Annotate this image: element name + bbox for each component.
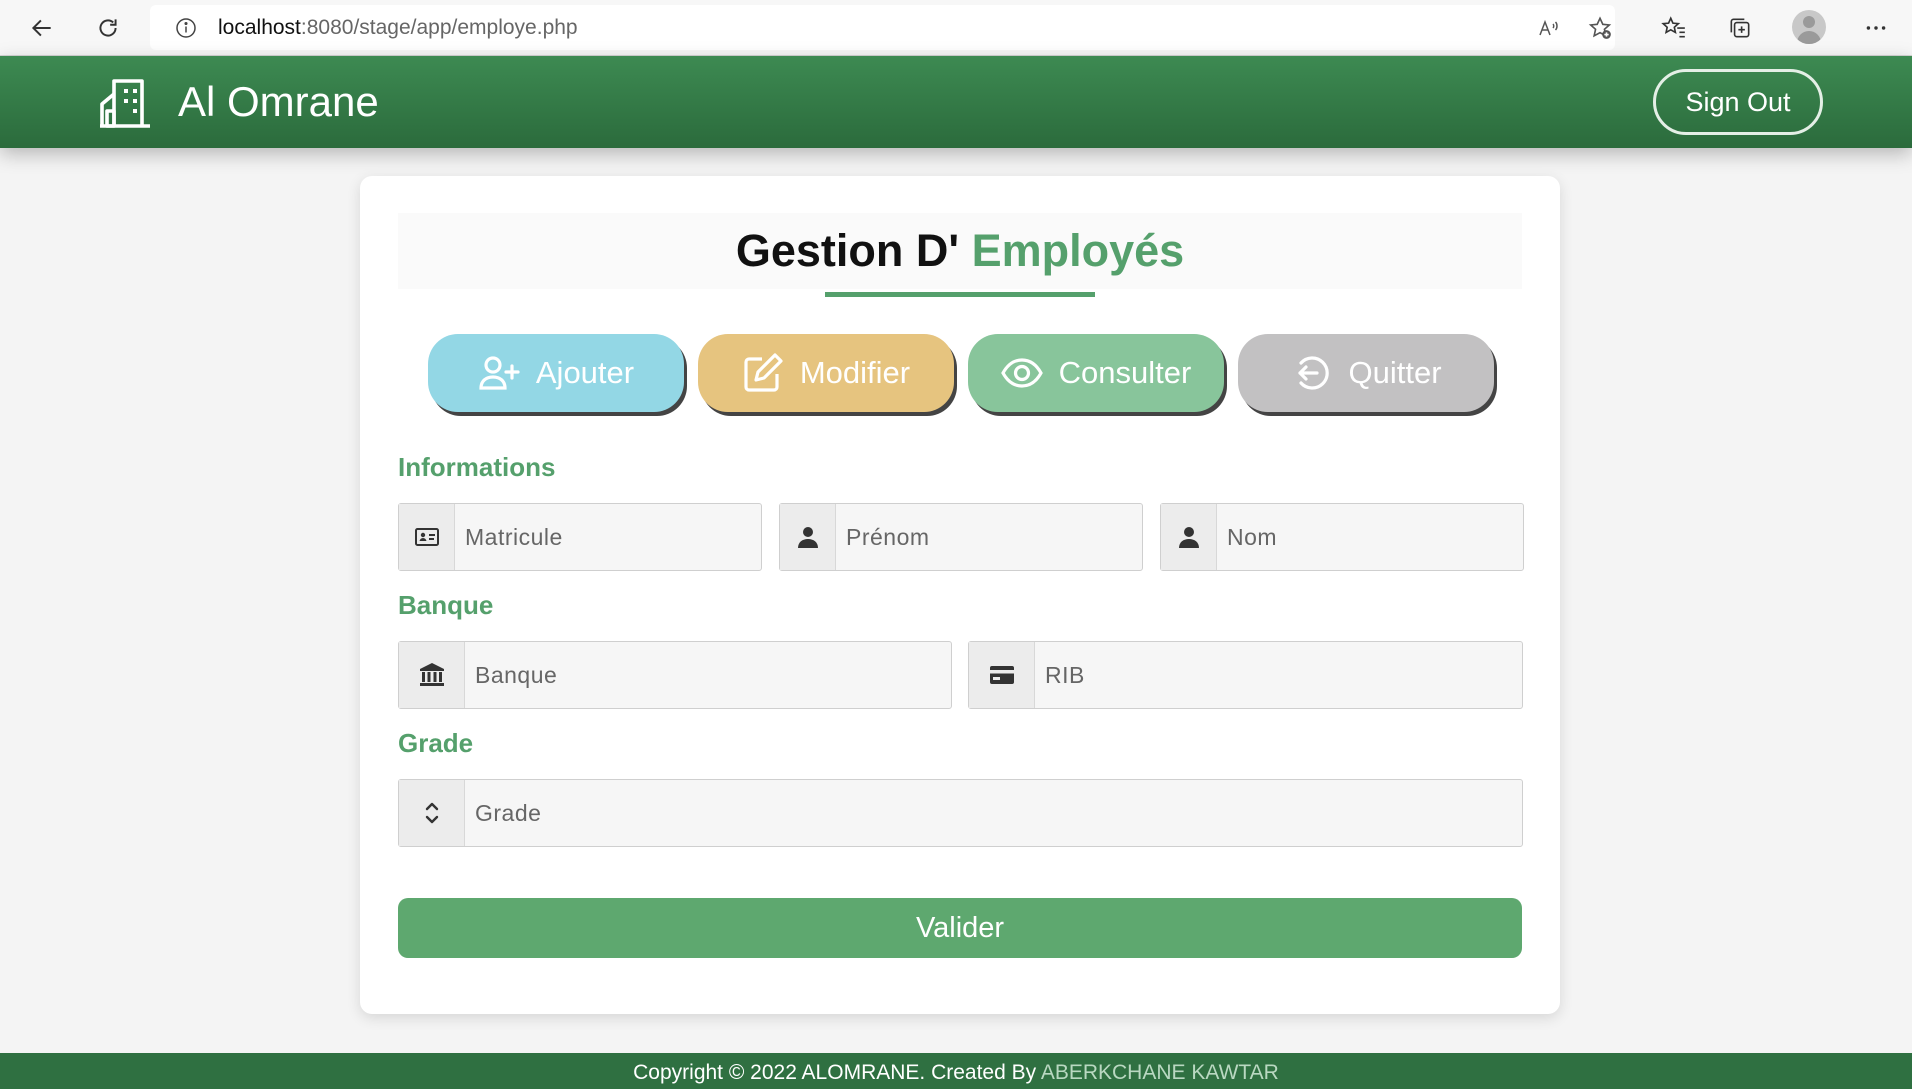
sign-out-button[interactable]: Sign Out: [1653, 69, 1823, 135]
more-icon[interactable]: [1860, 12, 1892, 44]
grade-input[interactable]: [465, 780, 1522, 846]
back-button[interactable]: [22, 8, 62, 48]
footer-text: Copyright © 2022 ALOMRANE. Created By: [633, 1061, 1041, 1084]
grade-field[interactable]: [398, 779, 1523, 847]
read-aloud-icon[interactable]: [1535, 14, 1563, 42]
address-bar[interactable]: localhost:8080/stage/app/employe.php: [150, 5, 1615, 50]
edit-icon: [744, 353, 783, 392]
prenom-field[interactable]: [779, 503, 1143, 571]
eye-icon: [1000, 358, 1043, 388]
page-title: Gestion D' Employés: [735, 225, 1185, 276]
ajouter-button[interactable]: Ajouter: [428, 334, 684, 412]
banque-field[interactable]: [398, 641, 952, 709]
bank-icon: [419, 663, 444, 686]
favorite-add-icon[interactable]: [1586, 14, 1614, 42]
browser-toolbar: localhost:8080/stage/app/employe.php: [0, 0, 1912, 56]
app-header: Al Omrane Sign Out: [0, 56, 1912, 148]
credit-card-icon: [989, 666, 1014, 684]
section-banque: Banque: [398, 590, 494, 620]
reload-button[interactable]: [88, 8, 128, 48]
title-underline: [825, 292, 1095, 297]
footer: Copyright © 2022 ALOMRANE. Created By AB…: [0, 1053, 1912, 1089]
favorites-icon[interactable]: [1658, 12, 1690, 44]
exit-icon: [1298, 356, 1330, 390]
nom-input[interactable]: [1217, 504, 1523, 570]
user-icon: [1178, 527, 1199, 548]
sort-icon: [425, 802, 438, 824]
valider-button[interactable]: Valider: [398, 898, 1522, 958]
prenom-input[interactable]: [836, 504, 1142, 570]
profile-avatar[interactable]: [1792, 10, 1826, 44]
employee-form-card: Gestion D' Employés Ajouter Modifier Con…: [360, 176, 1560, 1014]
banque-input[interactable]: [465, 642, 951, 708]
user-plus-icon: [479, 356, 520, 390]
matricule-input[interactable]: [455, 504, 761, 570]
nom-field[interactable]: [1160, 503, 1524, 571]
url-text: localhost:8080/stage/app/employe.php: [218, 15, 578, 39]
section-grade: Grade: [398, 728, 474, 758]
id-card-icon: [414, 528, 439, 546]
page-title-band: Gestion D' Employés: [398, 213, 1522, 289]
brand-name[interactable]: Al Omrane: [178, 78, 379, 126]
consulter-button[interactable]: Consulter: [968, 334, 1224, 412]
quitter-button[interactable]: Quitter: [1238, 334, 1494, 412]
arrow-left-icon: [31, 19, 51, 37]
footer-author: ABERKCHANE KAWTAR: [1040, 1061, 1279, 1084]
building-icon: [100, 79, 150, 128]
rib-input[interactable]: [1035, 642, 1522, 708]
matricule-field[interactable]: [398, 503, 762, 571]
user-icon: [797, 527, 818, 548]
collections-icon[interactable]: [1724, 12, 1756, 44]
section-informations: Informations: [398, 452, 556, 482]
modifier-button[interactable]: Modifier: [698, 334, 954, 412]
reload-icon: [99, 19, 117, 37]
rib-field[interactable]: [968, 641, 1523, 709]
info-icon[interactable]: [172, 14, 200, 42]
